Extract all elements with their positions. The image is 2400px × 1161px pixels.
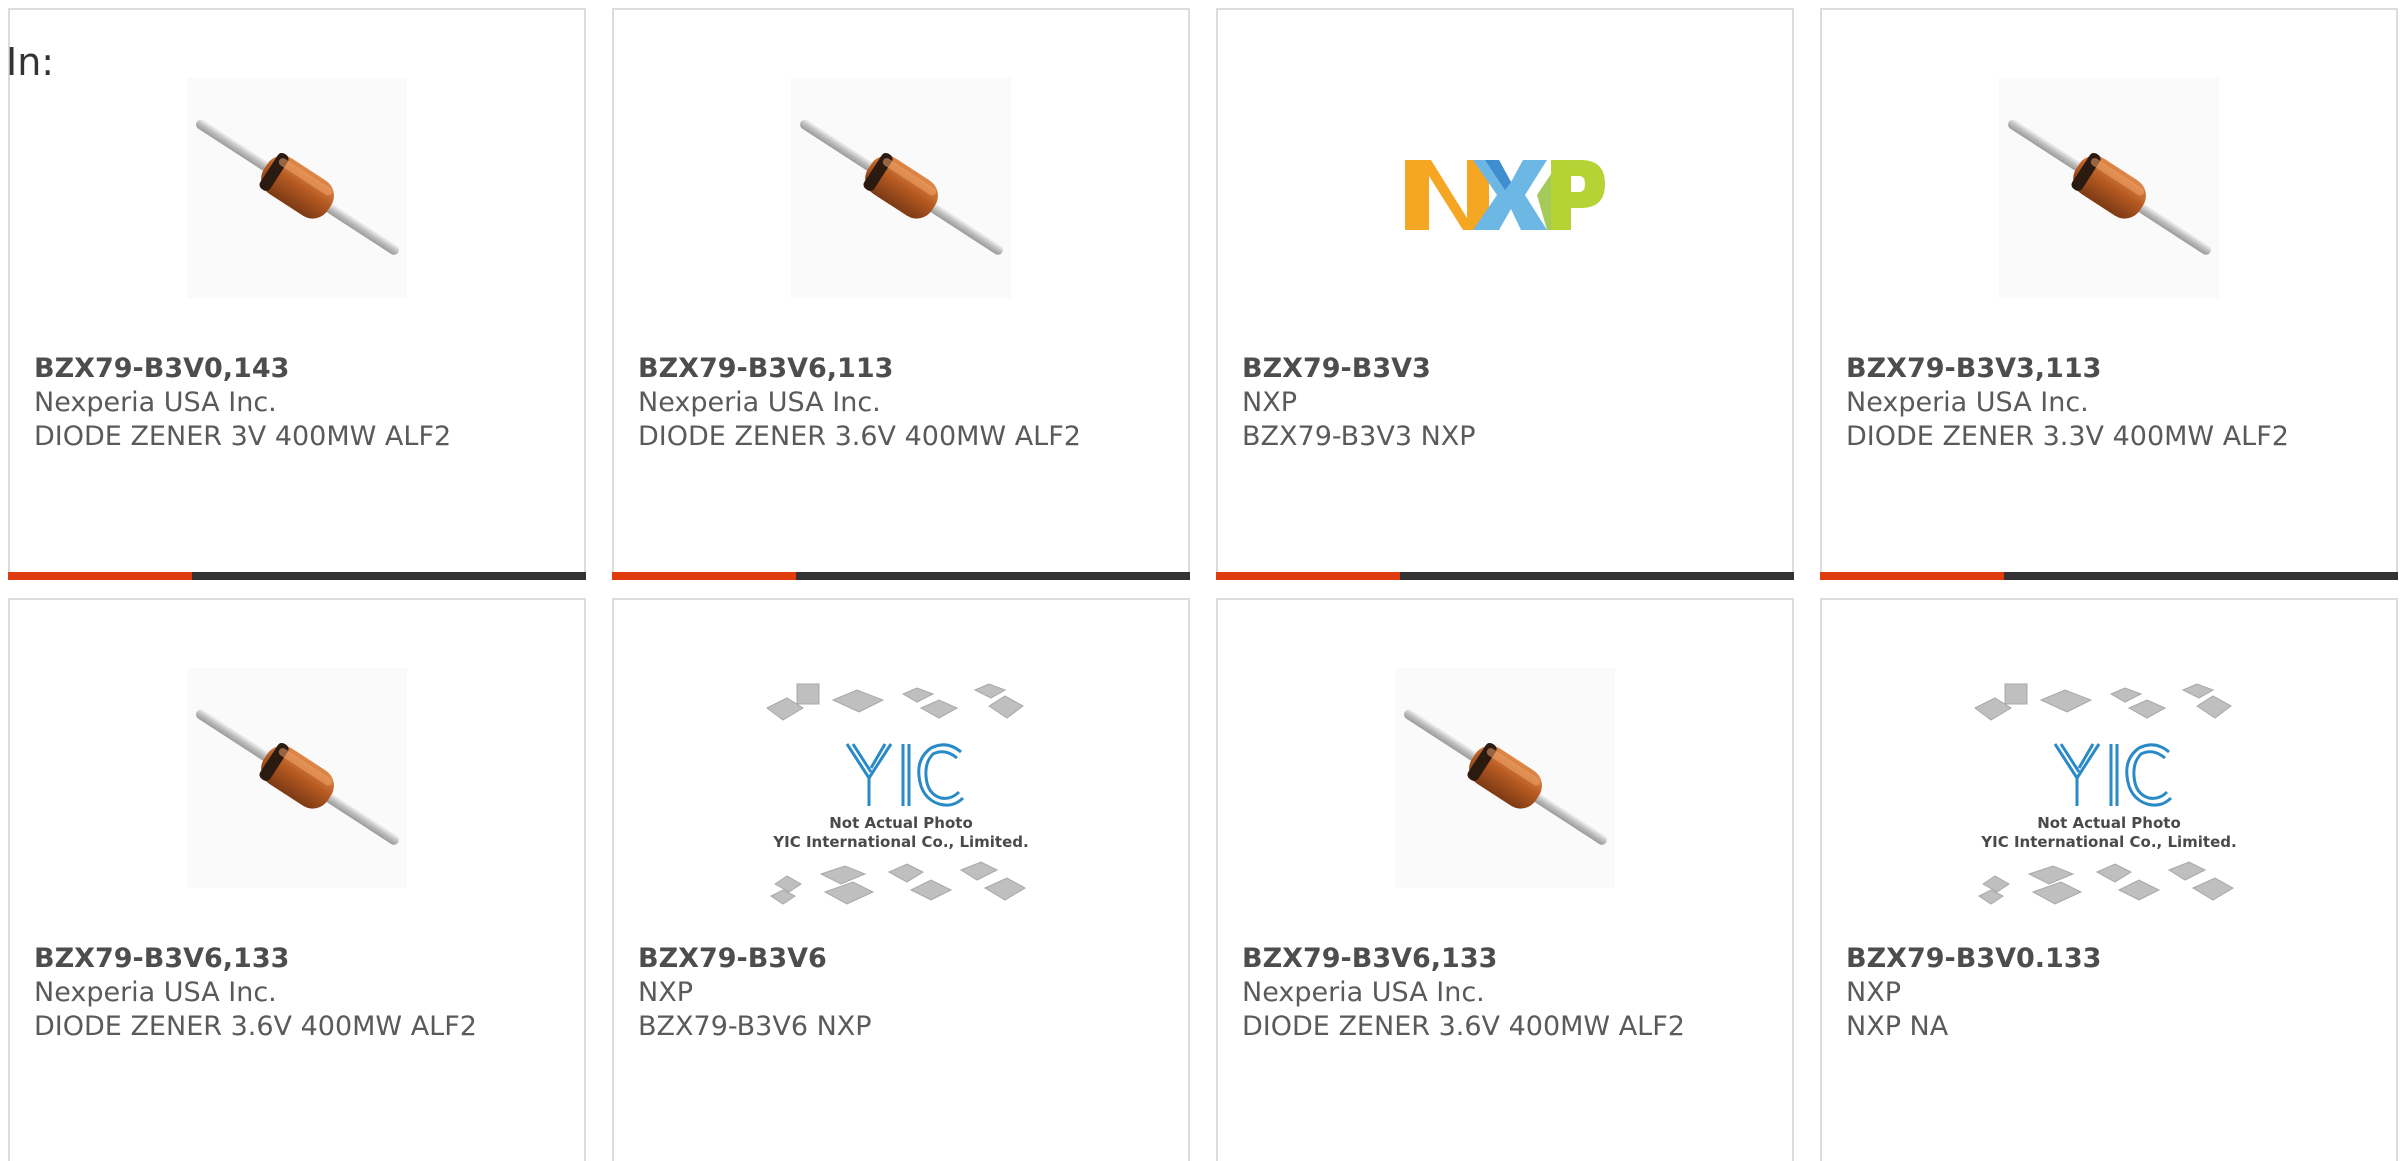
manufacturer: NXP — [1242, 387, 1297, 418]
part-number: BZX79-B3V6,133 — [34, 943, 290, 974]
description: DIODE ZENER 3.6V 400MW ALF2 — [638, 421, 1081, 452]
description: BZX79-B3V3 NXP — [1242, 421, 1476, 452]
not-actual-photo-icon: Not Actual Photo YIC International Co., … — [1974, 683, 2237, 905]
product-card[interactable]: BZX79-B3V6,133 Nexperia USA Inc. DIODE Z… — [8, 598, 586, 1161]
placeholder-line2: YIC International Co., Limited. — [772, 833, 1028, 851]
card-bottom-bar — [1216, 572, 1794, 580]
description: DIODE ZENER 3V 400MW ALF2 — [34, 421, 452, 452]
manufacturer: Nexperia USA Inc. — [34, 977, 277, 1008]
part-number: BZX79-B3V6 — [638, 943, 827, 974]
card-bottom-bar — [8, 572, 586, 580]
manufacturer: Nexperia USA Inc. — [1846, 387, 2089, 418]
product-card[interactable]: BZX79-B3V3,113 Nexperia USA Inc. DIODE Z… — [1820, 8, 2398, 580]
product-image — [10, 78, 584, 298]
placeholder-line1: Not Actual Photo — [829, 814, 973, 832]
zener-diode-image — [187, 668, 407, 888]
description: DIODE ZENER 3.6V 400MW ALF2 — [1242, 1011, 1685, 1042]
part-number: BZX79-B3V6,113 — [638, 353, 894, 384]
zener-diode-image — [1999, 78, 2219, 298]
product-image: Not Actual Photo YIC International Co., … — [1822, 678, 2396, 905]
product-card[interactable]: BZX79-B3V6,113 Nexperia USA Inc. DIODE Z… — [612, 8, 1190, 580]
product-image — [614, 78, 1188, 298]
product-image — [1822, 78, 2396, 298]
zener-diode-image — [187, 78, 407, 298]
description: DIODE ZENER 3.6V 400MW ALF2 — [34, 1011, 477, 1042]
part-number: BZX79-B3V6,133 — [1242, 943, 1498, 974]
not-actual-photo-icon: Not Actual Photo YIC International Co., … — [766, 683, 1029, 905]
card-bottom-bar — [612, 572, 1190, 580]
product-image — [1218, 78, 1792, 298]
product-card[interactable]: Not Actual Photo YIC International Co., … — [1820, 598, 2398, 1161]
product-card[interactable]: Not Actual Photo YIC International Co., … — [612, 598, 1190, 1161]
card-accent — [1216, 572, 1400, 580]
filter-label: In: — [6, 40, 55, 84]
product-image — [1218, 668, 1792, 888]
manufacturer: Nexperia USA Inc. — [638, 387, 881, 418]
placeholder-line2: YIC International Co., Limited. — [1980, 833, 2236, 851]
card-bottom-bar — [1820, 572, 2398, 580]
part-number: BZX79-B3V0,143 — [34, 353, 290, 384]
description: DIODE ZENER 3.3V 400MW ALF2 — [1846, 421, 2289, 452]
product-grid-page: In: BZX79-B3V0,143 Nexperia USA Inc. DIO… — [0, 0, 2400, 1161]
manufacturer: Nexperia USA Inc. — [1242, 977, 1485, 1008]
card-accent — [8, 572, 192, 580]
zener-diode-image — [1395, 668, 1615, 888]
manufacturer: NXP — [1846, 977, 1901, 1008]
product-card[interactable]: BZX79-B3V0,143 Nexperia USA Inc. DIODE Z… — [8, 8, 586, 580]
manufacturer: Nexperia USA Inc. — [34, 387, 277, 418]
product-card[interactable]: BZX79-B3V6,133 Nexperia USA Inc. DIODE Z… — [1216, 598, 1794, 1161]
product-image — [10, 668, 584, 888]
product-image: Not Actual Photo YIC International Co., … — [614, 678, 1188, 905]
product-card[interactable]: BZX79-B3V3 NXP BZX79-B3V3 NXP — [1216, 8, 1794, 580]
card-accent — [612, 572, 796, 580]
part-number: BZX79-B3V0.133 — [1846, 943, 2102, 974]
manufacturer: NXP — [638, 977, 693, 1008]
description: BZX79-B3V6 NXP — [638, 1011, 872, 1042]
placeholder-line1: Not Actual Photo — [2037, 814, 2181, 832]
nxp-logo-icon — [1405, 160, 1605, 230]
part-number: BZX79-B3V3,113 — [1846, 353, 2102, 384]
description: NXP NA — [1846, 1011, 1949, 1042]
card-accent — [1820, 572, 2004, 580]
part-number: BZX79-B3V3 — [1242, 353, 1431, 384]
zener-diode-image — [791, 78, 1011, 298]
